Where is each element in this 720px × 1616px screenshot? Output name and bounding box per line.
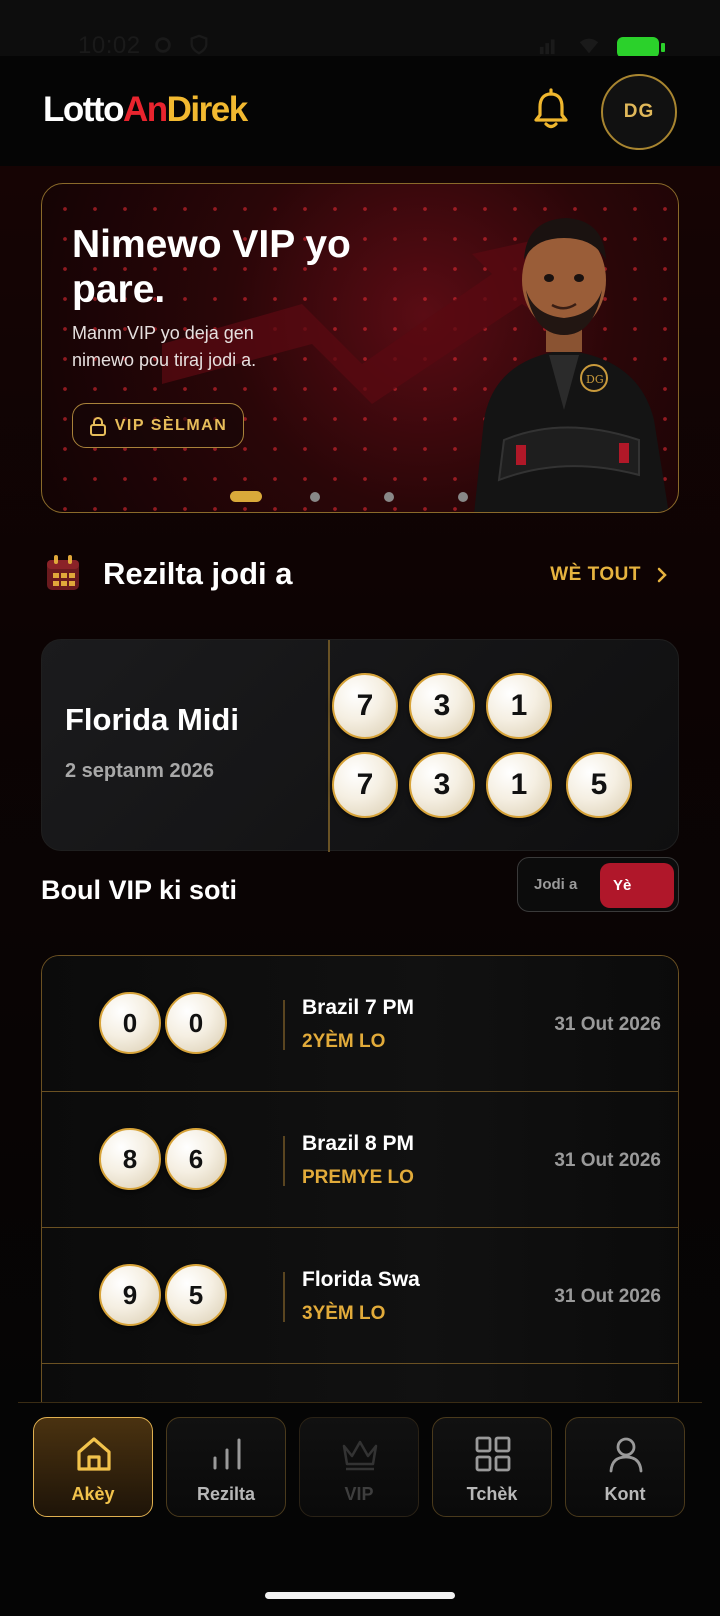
avatar[interactable]: DG	[601, 74, 677, 150]
list-item[interactable]: 0 0 Brazil 7 PM 2YÈM LO 31 Out 2026	[42, 956, 678, 1092]
pager-dot[interactable]	[310, 492, 320, 502]
vip-ball: 9	[99, 1264, 161, 1326]
nav-label: Rezilta	[196, 1484, 256, 1504]
toggle-option-today[interactable]: Jodi a	[534, 876, 577, 893]
nav-label: Kont	[604, 1484, 646, 1504]
pager-dot[interactable]	[458, 492, 468, 502]
vip-only-label: VIP SÈLMAN	[114, 416, 228, 434]
nav-label: VIP	[344, 1484, 374, 1504]
vip-draw-name: Florida Swa	[302, 1268, 420, 1291]
vip-only-button[interactable]: VIP SÈLMAN	[72, 403, 244, 448]
battery-icon	[617, 37, 665, 58]
see-all-link[interactable]: WÈ TOUT	[550, 564, 667, 586]
home-icon	[77, 1437, 111, 1471]
result-ball: 1	[486, 752, 552, 818]
vip-draw-date: 31 Out 2026	[554, 1014, 661, 1035]
main-content[interactable]: Nimewo VIP yo pare. Manm VIP yo deja gen…	[0, 166, 720, 1402]
banner-title: Nimewo VIP yo pare.	[72, 223, 351, 311]
vip-ball: 5	[165, 1264, 227, 1326]
app-logo: LottoAnDirek	[43, 90, 248, 129]
vip-draw-tier: 2YÈM LO	[302, 1031, 386, 1052]
banner-subtitle: Manm VIP yo deja gen nimewo pou tiraj jo…	[72, 323, 257, 370]
status-bar: 10:02	[0, 0, 720, 59]
nav-label: Tchèk	[466, 1484, 518, 1504]
grid-icon	[475, 1436, 511, 1472]
vip-host-illustration: DG	[454, 218, 669, 512]
chevron-right-icon	[657, 567, 667, 583]
vip-draw-name: Brazil 7 PM	[302, 996, 415, 1019]
vip-draw-tier: 3YÈM LO	[302, 1303, 386, 1324]
vip-draw-date: 31 Out 2026	[554, 1150, 661, 1171]
results-section-title: Rezilta jodi a	[103, 556, 293, 591]
vip-draw-name: Brazil 8 PM	[302, 1132, 415, 1155]
card-divider	[328, 640, 330, 852]
result-ball: 5	[566, 752, 632, 818]
banner-pager	[42, 488, 678, 502]
nav-item-check[interactable]: Tchèk	[432, 1417, 552, 1517]
list-item[interactable]	[42, 1364, 678, 1402]
list-item[interactable]: 9 5 Florida Swa 3YÈM LO 31 Out 2026	[42, 1228, 678, 1364]
result-ball: 7	[332, 673, 398, 739]
list-item[interactable]: 8 6 Brazil 8 PM PREMYE LO 31 Out 2026	[42, 1092, 678, 1228]
vip-section-title: Boul VIP ki soti	[41, 875, 238, 905]
see-all-label: WÈ TOUT	[550, 564, 641, 585]
home-indicator[interactable]	[265, 1592, 455, 1599]
vip-ball: 6	[165, 1128, 227, 1190]
signal-icon	[539, 39, 555, 55]
nav-label: Akèy	[71, 1484, 115, 1504]
result-ball: 3	[409, 752, 475, 818]
result-ball: 1	[486, 673, 552, 739]
lock-icon	[89, 416, 106, 436]
app-header: LottoAnDirek DG	[0, 56, 720, 166]
vip-results-list[interactable]: 0 0 Brazil 7 PM 2YÈM LO 31 Out 2026 8 6 …	[41, 955, 679, 1402]
day-toggle[interactable]: Jodi a Yè	[517, 857, 679, 912]
promo-banner[interactable]: Nimewo VIP yo pare. Manm VIP yo deja gen…	[41, 183, 679, 513]
result-ball: 3	[409, 673, 475, 739]
calendar-icon	[47, 555, 79, 590]
bottom-nav: Akèy Rezilta VIP Tchèk Kont	[18, 1402, 702, 1532]
nav-item-home[interactable]: Akèy	[33, 1417, 153, 1517]
shield-icon	[190, 34, 208, 55]
result-draw-date: 2 septanm 2026	[65, 760, 214, 782]
row-divider	[283, 1136, 285, 1186]
nav-item-vip[interactable]: VIP	[299, 1417, 419, 1517]
pager-dot-active[interactable]	[230, 491, 262, 502]
vip-draw-tier: PREMYE LO	[302, 1167, 414, 1188]
vip-ball: 0	[99, 992, 161, 1054]
pager-dot[interactable]	[384, 492, 394, 502]
settings-icon	[155, 37, 171, 53]
crown-icon	[342, 1440, 378, 1471]
nav-item-account[interactable]: Kont	[565, 1417, 685, 1517]
vip-draw-date: 31 Out 2026	[554, 1286, 661, 1307]
result-card[interactable]: Florida Midi 2 septanm 2026 7 3 1 7 3 1 …	[41, 639, 679, 852]
user-icon	[609, 1437, 643, 1473]
row-divider	[283, 1000, 285, 1050]
row-divider	[283, 1272, 285, 1322]
nav-item-results[interactable]: Rezilta	[166, 1417, 286, 1517]
toggle-option-yesterday[interactable]: Yè	[600, 863, 674, 908]
result-ball: 7	[332, 752, 398, 818]
vip-ball: 0	[165, 992, 227, 1054]
results-section-header: Rezilta jodi a WÈ TOUT	[41, 552, 679, 596]
bar-chart-icon	[213, 1438, 241, 1470]
svg-text:DG: DG	[586, 373, 604, 386]
wifi-icon	[579, 38, 599, 54]
result-draw-name: Florida Midi	[65, 702, 239, 737]
bell-icon[interactable]	[530, 88, 572, 132]
vip-ball: 8	[99, 1128, 161, 1190]
